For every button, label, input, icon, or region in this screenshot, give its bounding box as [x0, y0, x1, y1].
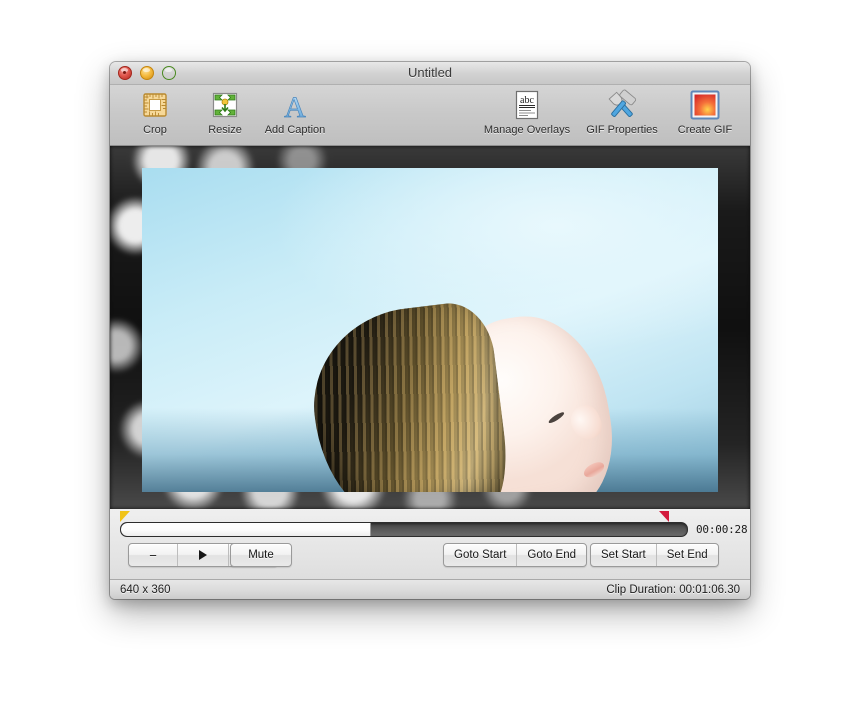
gif-properties-button[interactable]: GIF Properties [576, 88, 668, 136]
play-button[interactable] [178, 544, 229, 566]
set-start-button[interactable]: Set Start [591, 544, 657, 566]
timeline-scrubber[interactable] [120, 522, 688, 537]
lips-shape [581, 459, 606, 480]
svg-text:abc: abc [520, 95, 534, 106]
goto-start-button[interactable]: Goto Start [444, 544, 517, 566]
scrubber-fill [121, 523, 371, 536]
step-back-button[interactable]: − [129, 544, 178, 566]
gif-properties-icon [605, 88, 639, 122]
status-bar: 640 x 360 Clip Duration: 00:01:06.30 [110, 580, 750, 599]
mute-button[interactable]: Mute [230, 543, 292, 567]
create-gif-label: Create GIF [678, 124, 732, 136]
eyebrow-shape [547, 411, 565, 425]
crop-button[interactable]: Crop [120, 88, 190, 136]
toolbar-right-group: abc Manage Overlays [478, 88, 742, 136]
set-segmented-control: Set Start Set End [590, 543, 719, 567]
transport-controls: 00:00:28 − + Mute Goto Start Goto End [110, 509, 750, 580]
resize-label: Resize [208, 124, 242, 136]
create-gif-button[interactable]: Create GIF [668, 88, 742, 136]
titlebar[interactable]: Untitled [110, 62, 750, 85]
current-time-readout: 00:00:28 [696, 523, 747, 536]
playback-button-row: − + Mute Goto Start Goto End Set Start S… [110, 543, 750, 569]
minus-icon: − [149, 549, 157, 562]
play-icon [199, 550, 207, 560]
scrubber-row: 00:00:28 [110, 521, 750, 537]
crop-icon [140, 88, 170, 122]
resize-button[interactable]: Resize [190, 88, 260, 136]
set-end-button[interactable]: Set End [657, 544, 718, 566]
manage-overlays-icon: abc [513, 88, 541, 122]
gif-properties-label: GIF Properties [586, 124, 658, 136]
manage-overlays-button[interactable]: abc Manage Overlays [478, 88, 576, 136]
toolbar: Crop Resize [110, 85, 750, 146]
svg-text:A: A [284, 91, 306, 121]
clip-duration-label: Clip Duration: 00:01:06.30 [606, 584, 740, 596]
window-title: Untitled [110, 65, 750, 80]
add-caption-button[interactable]: A Add Caption [260, 88, 330, 136]
video-preview-stage[interactable] [110, 146, 750, 509]
add-caption-icon: A [280, 88, 310, 122]
manage-overlays-label: Manage Overlays [484, 124, 570, 136]
nose-shape [566, 402, 606, 445]
dimensions-label: 640 x 360 [120, 584, 171, 596]
resize-icon [210, 88, 240, 122]
video-frame [142, 168, 718, 492]
toolbar-left-group: Crop Resize [120, 88, 330, 136]
crop-label: Crop [143, 124, 167, 136]
add-caption-label: Add Caption [265, 124, 326, 136]
subject-portrait [315, 317, 615, 492]
application-window: Untitled [110, 62, 750, 599]
goto-segmented-control: Goto Start Goto End [443, 543, 587, 567]
goto-end-button[interactable]: Goto End [517, 544, 586, 566]
hair-shape [303, 298, 513, 492]
create-gif-icon [689, 88, 721, 122]
